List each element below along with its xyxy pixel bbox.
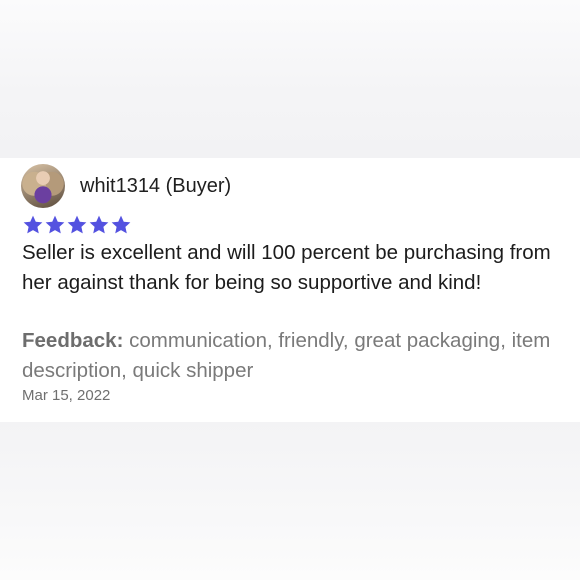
background-bottom <box>0 422 580 580</box>
feedback-tags: Feedback: communication, friendly, great… <box>22 326 567 386</box>
star-icon <box>89 215 109 234</box>
star-icon <box>67 215 87 234</box>
star-icon <box>45 215 65 234</box>
background-top <box>0 0 580 158</box>
review-card: whit1314 (Buyer) Seller is excellent and… <box>0 158 580 422</box>
review-text: Seller is excellent and will 100 percent… <box>22 241 551 294</box>
star-rating <box>22 214 132 236</box>
review-date: Mar 15, 2022 <box>22 387 111 404</box>
feedback-label: Feedback: <box>22 329 124 352</box>
star-icon <box>111 215 131 234</box>
star-icon <box>23 215 43 234</box>
avatar[interactable] <box>21 164 65 208</box>
reviewer-username[interactable]: whit1314 (Buyer) <box>80 175 231 198</box>
